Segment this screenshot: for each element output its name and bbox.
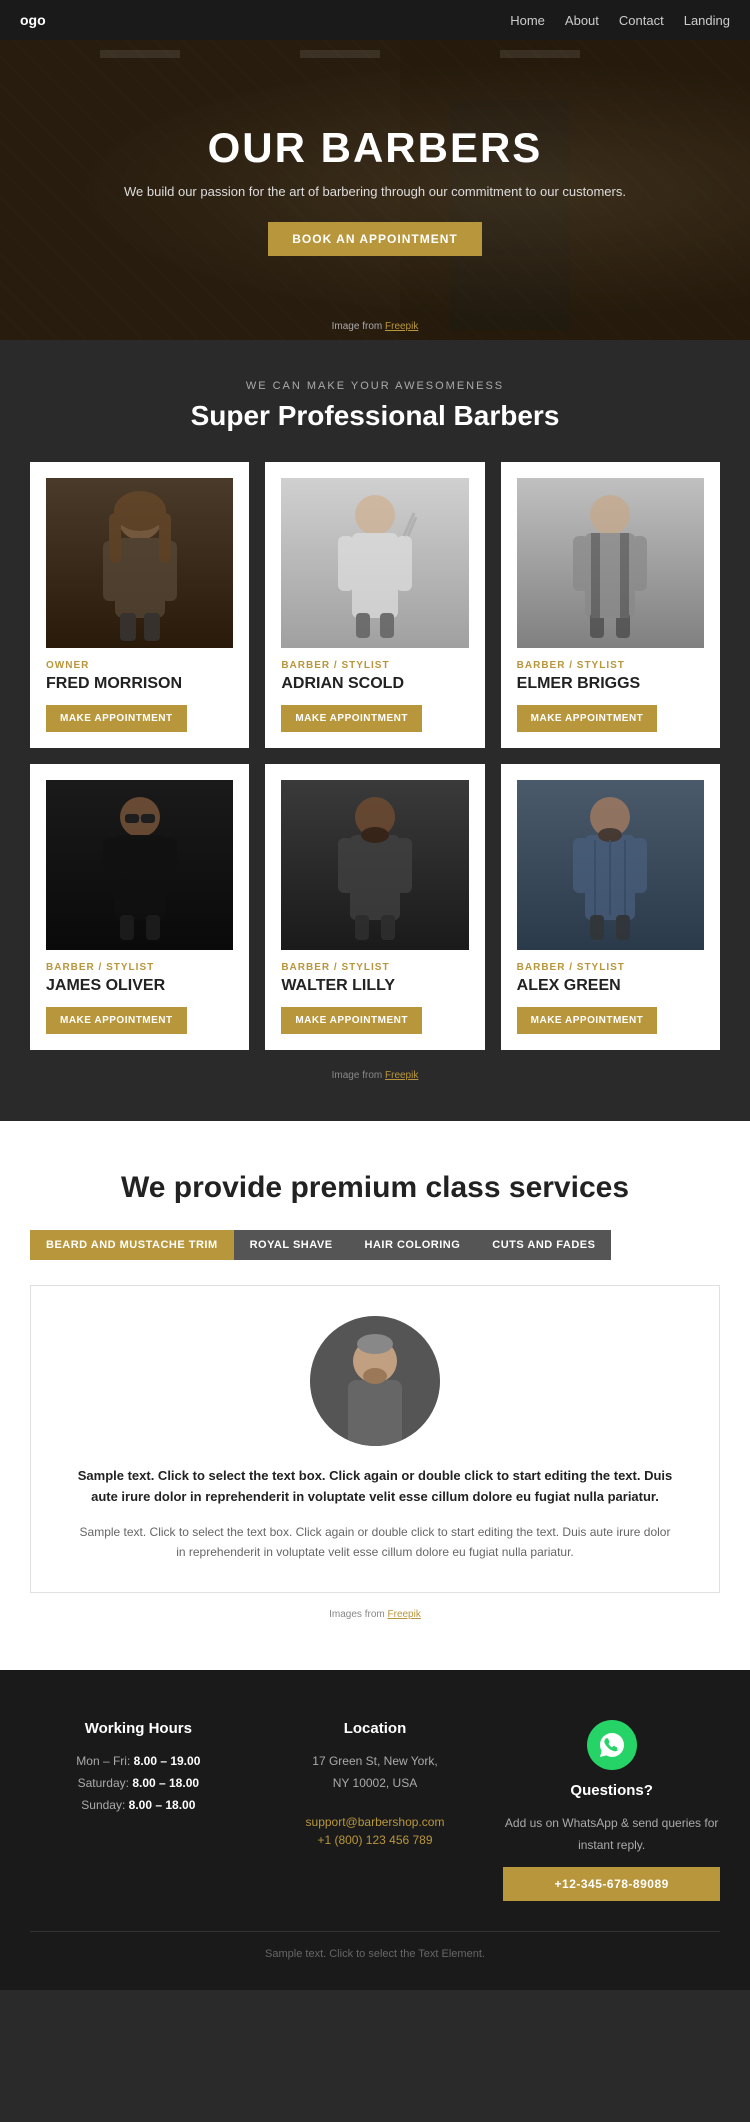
barbers-section: WE CAN MAKE YOUR AWESOMENESS Super Profe… [0,340,750,1121]
barber-card: BARBER / STYLIST WALTER LILLY MAKE APPOI… [265,764,484,1050]
services-title: We provide premium class services [30,1171,720,1205]
barber-name: JAMES OLIVER [46,977,233,995]
location-address1: 17 Green St, New York, [267,1751,484,1773]
barber-name: ADRIAN SCOLD [281,675,468,693]
barber-name: ALEX GREEN [517,977,704,995]
nav-home[interactable]: Home [510,13,545,28]
footer-grid: Working Hours Mon – Fri: 8.00 – 19.00 Sa… [30,1720,720,1900]
hero-subtitle: We build our passion for the art of barb… [124,182,626,203]
barber-role: BARBER / STYLIST [517,962,704,973]
location-title: Location [267,1720,484,1737]
location-address2: NY 10002, USA [267,1773,484,1795]
barber-card: BARBER / STYLIST ALEX GREEN MAKE APPOINT… [501,764,720,1050]
working-hours-sunday: Sunday: 8.00 – 18.00 [30,1795,247,1817]
working-hours-title: Working Hours [30,1720,247,1737]
barber-role: BARBER / STYLIST [281,660,468,671]
footer-location: Location 17 Green St, New York, NY 10002… [267,1720,484,1900]
navbar: ogo Home About Contact Landing [0,0,750,40]
barber-name: ELMER BRIGGS [517,675,704,693]
footer-bottom-text: Sample text. Click to select the Text El… [30,1948,720,1960]
barber-image [281,780,468,950]
footer-working-hours: Working Hours Mon – Fri: 8.00 – 19.00 Sa… [30,1720,247,1900]
service-content: Sample text. Click to select the text bo… [30,1285,720,1593]
footer-questions: Questions? Add us on WhatsApp & send que… [503,1720,720,1900]
hero-title: OUR BARBERS [124,124,626,172]
barber-card: BARBER / STYLIST ELMER BRIGGS MAKE APPOI… [501,462,720,748]
barbers-subtitle: WE CAN MAKE YOUR AWESOMENESS [30,380,720,392]
tab-cuts-fades[interactable]: CUTS AND FADES [476,1230,611,1260]
hero-section: OUR BARBERS We build our passion for the… [0,40,750,340]
working-hours-saturday: Saturday: 8.00 – 18.00 [30,1773,247,1795]
barber-image [517,780,704,950]
nav-landing[interactable]: Landing [684,13,730,28]
make-appointment-button[interactable]: MAKE APPOINTMENT [281,705,422,732]
barber-role: BARBER / STYLIST [517,660,704,671]
make-appointment-button[interactable]: MAKE APPOINTMENT [281,1007,422,1034]
tab-beard-mustache[interactable]: BEARD AND MUSTACHE TRIM [30,1230,234,1260]
barber-image [281,478,468,648]
barber-role: OWNER [46,660,233,671]
barber-card: BARBER / STYLIST ADRIAN SCOLD MAKE APPOI… [265,462,484,748]
barbers-credit: Image from Freepik [30,1070,720,1081]
nav-contact[interactable]: Contact [619,13,664,28]
barber-image [517,478,704,648]
hero-credit: Image from Freepik [332,321,419,332]
service-description: Sample text. Click to select the text bo… [75,1522,675,1563]
working-hours-mon-fri: Mon – Fri: 8.00 – 19.00 [30,1751,247,1773]
barber-name: WALTER LILLY [281,977,468,995]
barber-name: FRED MORRISON [46,675,233,693]
services-tabs: BEARD AND MUSTACHE TRIM ROYAL SHAVE HAIR… [30,1230,720,1260]
barber-image [46,478,233,648]
make-appointment-button[interactable]: MAKE APPOINTMENT [46,705,187,732]
services-section: We provide premium class services BEARD … [0,1121,750,1670]
footer: Working Hours Mon – Fri: 8.00 – 19.00 Sa… [0,1670,750,1989]
location-email[interactable]: support@barbershop.com [306,1815,445,1829]
barber-role: BARBER / STYLIST [281,962,468,973]
make-appointment-button[interactable]: MAKE APPOINTMENT [517,705,658,732]
whatsapp-icon [587,1720,637,1770]
barber-card: OWNER FRED MORRISON MAKE APPOINTMENT [30,462,249,748]
make-appointment-button[interactable]: MAKE APPOINTMENT [46,1007,187,1034]
book-appointment-button[interactable]: BOOK AN APPOINTMENT [268,222,481,256]
make-appointment-button[interactable]: MAKE APPOINTMENT [517,1007,658,1034]
nav-links: Home About Contact Landing [510,13,730,28]
barber-role: BARBER / STYLIST [46,962,233,973]
nav-about[interactable]: About [565,13,599,28]
hero-content: OUR BARBERS We build our passion for the… [124,124,626,257]
tab-royal-shave[interactable]: ROYAL SHAVE [234,1230,349,1260]
questions-desc: Add us on WhatsApp & send queries for in… [503,1813,720,1856]
services-credit: Images from Freepik [30,1609,720,1620]
service-image [310,1316,440,1446]
tab-hair-coloring[interactable]: HAIR COLORING [349,1230,477,1260]
nav-logo: ogo [20,12,46,28]
whatsapp-button[interactable]: +12-345-678-89089 [503,1867,720,1901]
barbers-grid: OWNER FRED MORRISON MAKE APPOINTMENT [30,462,720,1050]
questions-title: Questions? [503,1782,720,1799]
barbers-title: Super Professional Barbers [30,400,720,432]
barber-card: BARBER / STYLIST JAMES OLIVER MAKE APPOI… [30,764,249,1050]
footer-bottom: Sample text. Click to select the Text El… [30,1931,720,1960]
service-description-bold: Sample text. Click to select the text bo… [75,1466,675,1508]
location-phone[interactable]: +1 (800) 123 456 789 [317,1833,432,1847]
barber-image [46,780,233,950]
